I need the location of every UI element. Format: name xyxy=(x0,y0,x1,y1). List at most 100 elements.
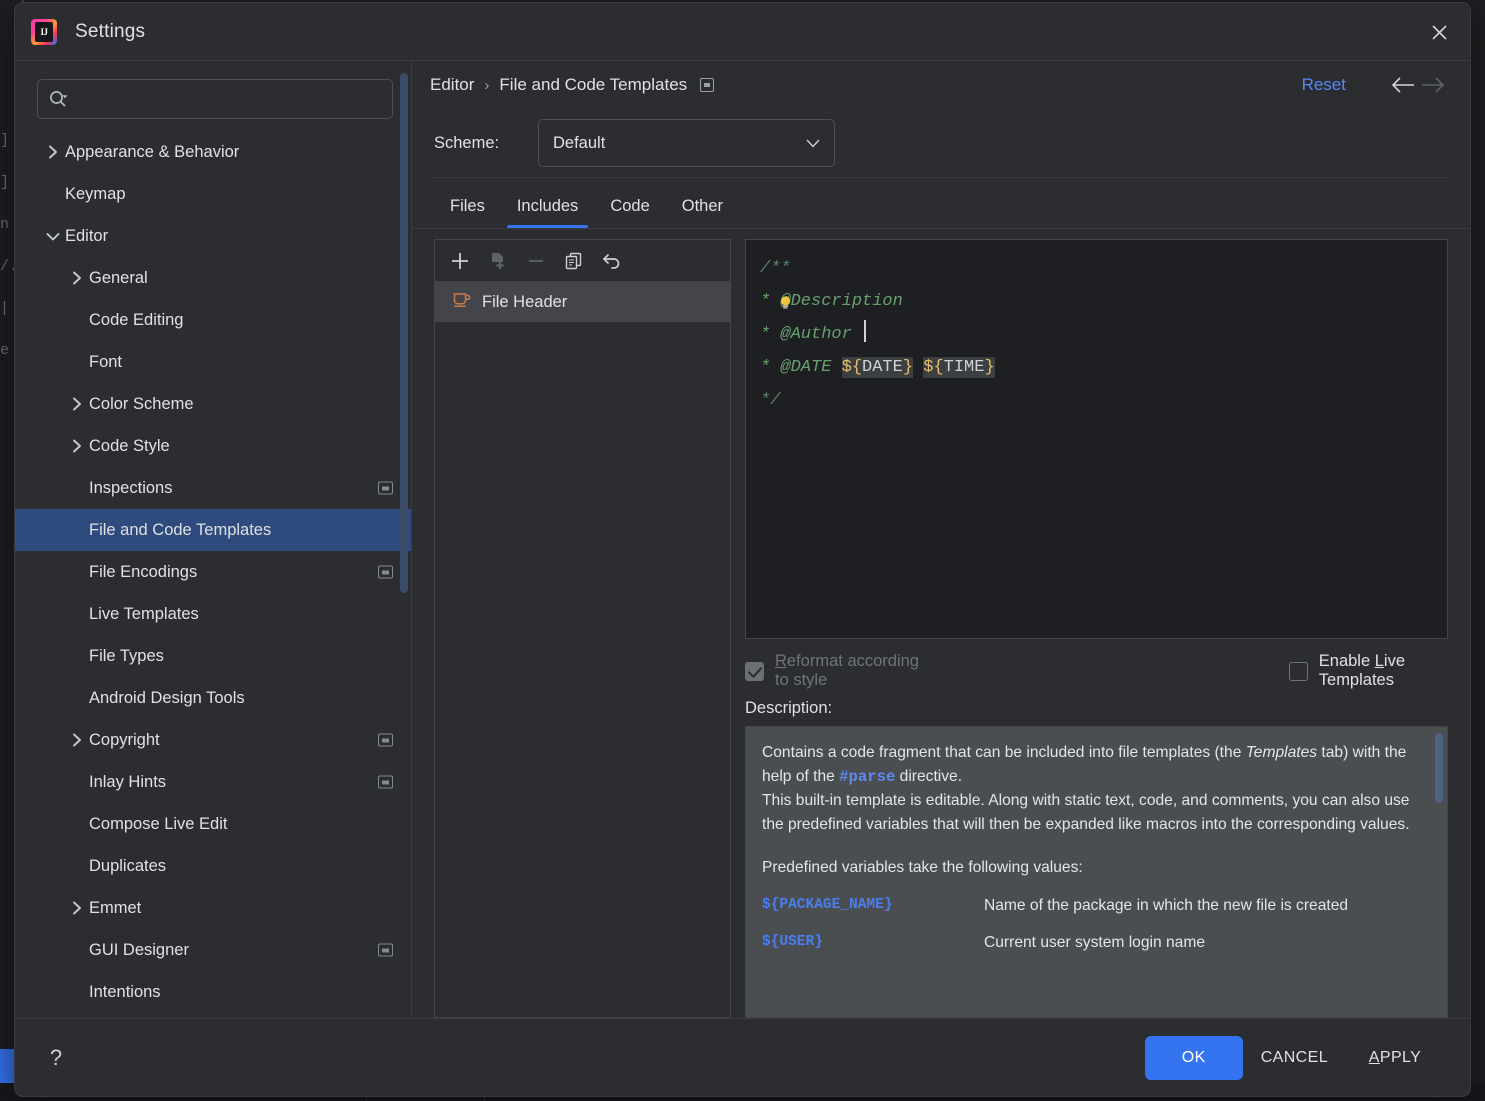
sidebar-item-label: Copyright xyxy=(89,730,160,749)
sidebar-item-live-templates[interactable]: Live Templates xyxy=(15,593,411,635)
code-line: * @DATE ${DATE} ${TIME} xyxy=(760,351,1433,384)
chevron-right-icon[interactable] xyxy=(41,145,65,159)
duplicate-icon[interactable] xyxy=(557,245,591,277)
breadcrumb-parent[interactable]: Editor xyxy=(430,75,474,95)
settings-window-icon[interactable] xyxy=(700,78,715,92)
template-detail-column: /** * @Description * @Author * @DATE ${DAT… xyxy=(745,239,1448,1018)
sidebar-item-appearance-behavior[interactable]: Appearance & Behavior xyxy=(15,131,411,173)
sidebar-item-code-editing[interactable]: Code Editing xyxy=(15,299,411,341)
scheme-divider xyxy=(434,177,1448,178)
reset-button[interactable]: Reset xyxy=(1302,75,1346,95)
scheme-select[interactable]: Default xyxy=(538,119,835,167)
settings-dialog: IJ Settings Appearance & Behavior Keymap… xyxy=(14,2,1471,1097)
enable-live-templates-checkbox[interactable] xyxy=(1288,661,1308,681)
sidebar-item-code-style[interactable]: Code Style xyxy=(15,425,411,467)
search-container xyxy=(15,61,411,129)
settings-window-icon[interactable] xyxy=(378,775,393,789)
sidebar-item-general[interactable]: General xyxy=(15,257,411,299)
desc-p1-a: Contains a code fragment that can be inc… xyxy=(762,744,1246,761)
sidebar-item-copyright[interactable]: Copyright xyxy=(15,719,411,761)
sidebar-item-emmet[interactable]: Emmet xyxy=(15,887,411,929)
desc-p1-c: directive. xyxy=(895,767,963,785)
sidebar-item-file-encodings[interactable]: File Encodings xyxy=(15,551,411,593)
scheme-label: Scheme: xyxy=(434,133,500,152)
add-icon[interactable] xyxy=(443,245,477,277)
code-text: /** xyxy=(760,259,791,278)
variable-description: Current user system login name xyxy=(984,934,1206,951)
close-icon[interactable] xyxy=(1422,15,1456,49)
sidebar-item-android-design-tools[interactable]: Android Design Tools xyxy=(15,677,411,719)
code-line: * @Author xyxy=(760,318,1433,351)
chevron-right-icon[interactable] xyxy=(65,439,89,453)
chevron-down-icon[interactable] xyxy=(41,231,65,242)
help-question-icon[interactable]: ? xyxy=(41,1043,71,1073)
sidebar-item-file-types[interactable]: File Types xyxy=(15,635,411,677)
chevron-right-icon[interactable] xyxy=(65,271,89,285)
sidebar-item-label: Compose Live Edit xyxy=(89,814,228,833)
sidebar-item-color-scheme[interactable]: Color Scheme xyxy=(15,383,411,425)
sidebar-item-label: Intentions xyxy=(89,982,161,1001)
apply-button[interactable]: A PPLY xyxy=(1346,1036,1444,1080)
predefined-variable-row: ${PACKAGE_NAME} Name of the package in wh… xyxy=(762,894,1429,918)
intention-bulb-icon[interactable] xyxy=(778,290,793,309)
sidebar-item-editor[interactable]: Editor xyxy=(15,215,411,257)
sidebar-item-label: File Types xyxy=(89,646,164,665)
variable-name: ${USER} xyxy=(762,934,823,950)
tab-label: Other xyxy=(681,196,724,215)
sidebar-item-label: Inspections xyxy=(89,478,173,497)
sidebar-item-label: Code Style xyxy=(89,436,170,455)
template-list: File Header xyxy=(434,281,731,1018)
template-list-item[interactable]: File Header xyxy=(435,282,730,322)
settings-window-icon[interactable] xyxy=(378,943,393,957)
template-toolbar xyxy=(434,239,731,281)
tab-files[interactable]: Files xyxy=(434,184,501,228)
settings-window-icon[interactable] xyxy=(378,733,393,747)
cancel-button[interactable]: CANCEL xyxy=(1243,1036,1346,1080)
search-box[interactable] xyxy=(37,79,393,119)
dialog-footer: ? OK CANCEL A PPLY xyxy=(15,1018,1470,1096)
template-options-row: Reformat according to style Enable Live … xyxy=(745,639,1448,697)
parse-directive: #parse xyxy=(839,767,896,786)
template-tabs: Files Includes Code Other xyxy=(412,184,1470,228)
chevron-right-icon[interactable] xyxy=(65,733,89,747)
sidebar-item-gui-designer[interactable]: GUI Designer xyxy=(15,929,411,971)
description-paragraph-1: Contains a code fragment that can be inc… xyxy=(762,741,1429,789)
description-scrollbar[interactable] xyxy=(1435,733,1443,803)
description-paragraph-2: This built-in template is editable. Alon… xyxy=(762,792,1410,833)
sidebar-item-label: General xyxy=(89,268,148,287)
sidebar-item-duplicates[interactable]: Duplicates xyxy=(15,845,411,887)
sidebar-item-intentions[interactable]: Intentions xyxy=(15,971,411,1013)
description-label: Description: xyxy=(745,699,833,717)
sidebar-item-file-and-code-templates[interactable]: File and Code Templates xyxy=(15,509,411,551)
live-templates-checkbox-row[interactable]: Enable Live Templates xyxy=(1288,652,1448,690)
breadcrumb-separator: › xyxy=(484,76,490,94)
template-code-editor[interactable]: /** * @Description * @Author * @DATE ${DAT… xyxy=(745,239,1448,639)
sidebar-item-inlay-hints[interactable]: Inlay Hints xyxy=(15,761,411,803)
chevron-right-icon[interactable] xyxy=(65,397,89,411)
settings-window-icon[interactable] xyxy=(378,565,393,579)
breadcrumb: Editor › File and Code Templates Reset xyxy=(412,61,1470,109)
tab-includes[interactable]: Includes xyxy=(501,184,594,228)
code-text: * @Author xyxy=(760,325,863,344)
sidebar-scrollbar[interactable] xyxy=(400,73,408,593)
tab-code[interactable]: Code xyxy=(594,184,665,228)
search-input[interactable] xyxy=(77,90,382,108)
arrow-left-icon[interactable] xyxy=(1388,76,1418,94)
predefined-variable-row: ${USER} Current user system login name xyxy=(762,931,1429,955)
template-variable: ${DATE} xyxy=(841,357,914,378)
arrow-right-icon xyxy=(1418,76,1448,94)
sidebar-item-font[interactable]: Font xyxy=(15,341,411,383)
revert-icon[interactable] xyxy=(595,245,629,277)
settings-window-icon[interactable] xyxy=(378,481,393,495)
chevron-right-icon[interactable] xyxy=(65,901,89,915)
ok-button[interactable]: OK xyxy=(1144,1035,1243,1080)
sidebar-item-keymap[interactable]: Keymap xyxy=(15,173,411,215)
sidebar-item-compose-live-edit[interactable]: Compose Live Edit xyxy=(15,803,411,845)
tab-other[interactable]: Other xyxy=(666,184,739,228)
logo-text: IJ xyxy=(35,21,53,42)
sidebar-item-inspections[interactable]: Inspections xyxy=(15,467,411,509)
variables-intro: Predefined variables take the following … xyxy=(762,859,1083,876)
templates-content: File Header /** * @Description * @Author *… xyxy=(412,229,1470,1018)
code-line: /** xyxy=(760,252,1433,285)
settings-tree: Appearance & Behavior Keymap Editor General… xyxy=(15,129,411,1018)
